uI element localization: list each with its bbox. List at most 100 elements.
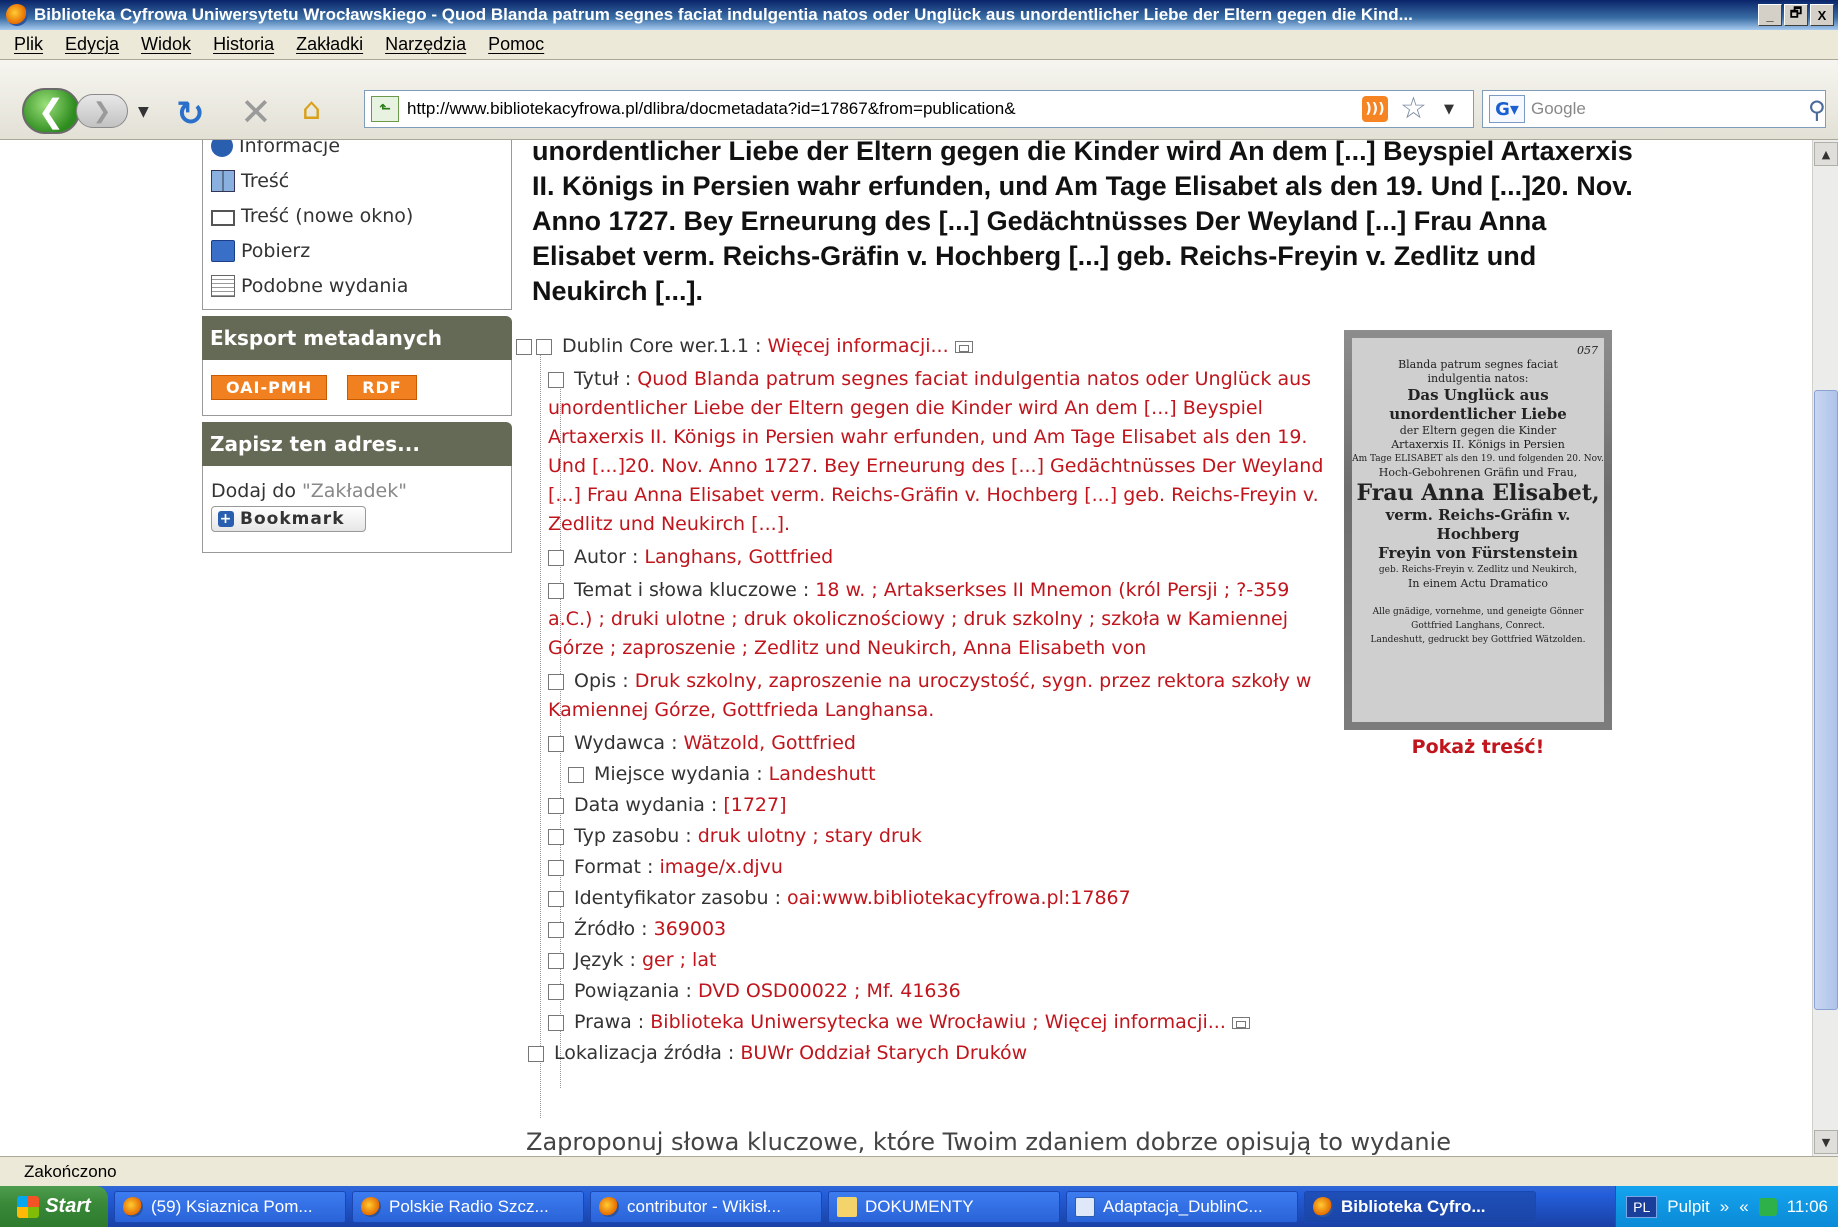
url-text[interactable]: http://www.bibliotekacyfrowa.pl/dlibra/d… bbox=[407, 99, 1016, 119]
firefox-icon bbox=[6, 4, 28, 26]
metadata-row-tytul: Tytuł : Quod Blanda patrum segnes faciat… bbox=[548, 368, 1324, 535]
search-input[interactable]: Google bbox=[1531, 99, 1586, 119]
field-value[interactable]: Langhans, Gottfried bbox=[644, 546, 833, 568]
bookmark-star-icon[interactable]: ☆ bbox=[1400, 91, 1427, 126]
field-value[interactable]: druk ulotny ; stary druk bbox=[698, 825, 922, 847]
taskbar-item[interactable]: (59) Ksiaznica Pom... bbox=[114, 1190, 346, 1223]
field-label: Miejsce wydania bbox=[594, 763, 751, 785]
language-indicator[interactable]: PL bbox=[1626, 1195, 1658, 1218]
start-button[interactable]: Start bbox=[0, 1186, 108, 1227]
field-value[interactable]: image/x.djvu bbox=[659, 856, 783, 878]
taskbar-item-active[interactable]: Biblioteka Cyfro... bbox=[1304, 1190, 1536, 1223]
field-value[interactable]: Landeshutt bbox=[769, 763, 876, 785]
search-box[interactable]: G▾ Google bbox=[1482, 90, 1826, 128]
history-dropdown-icon[interactable]: ▼ bbox=[138, 104, 149, 120]
back-button[interactable]: ❮ bbox=[22, 88, 80, 134]
sidebar-item-informacje[interactable]: Informacje bbox=[203, 140, 511, 163]
toolbar-expand-icon[interactable]: » bbox=[1720, 1197, 1729, 1217]
url-dropdown-icon[interactable]: ▼ bbox=[1444, 102, 1454, 117]
vertical-scrollbar[interactable]: ▲ ▼ bbox=[1812, 140, 1838, 1156]
oai-pmh-button[interactable]: OAI-PMH bbox=[211, 375, 328, 400]
desktop-toolbar[interactable]: Pulpit bbox=[1667, 1197, 1710, 1217]
add-to-text: Dodaj do bbox=[211, 480, 296, 502]
search-icon[interactable]: ⚲ bbox=[1808, 96, 1826, 124]
save-address-header: Zapisz ten adres... bbox=[202, 422, 512, 466]
navigation-toolbar: ❮ ❯ ▼ ↻ ✕ ⌂ ⬑ http://www.bibliotekacyfro… bbox=[0, 60, 1838, 140]
more-info-link[interactable]: Więcej informacji... bbox=[767, 335, 948, 357]
tree-node-icon bbox=[548, 1014, 564, 1031]
menu-plik[interactable]: Plik bbox=[14, 34, 43, 55]
bookmark-box: Dodaj do "Zakładek" + Bookmark bbox=[202, 466, 512, 553]
field-value[interactable]: Druk szkolny, zaproszenie na uroczystość… bbox=[548, 670, 1311, 721]
field-label: Język bbox=[574, 949, 624, 971]
sidebar-item-tresc-nowe-okno[interactable]: Treść (nowe okno) bbox=[203, 198, 511, 233]
thumbnail-line: der Eltern gegen die Kinder bbox=[1399, 424, 1557, 437]
menu-narzedzia[interactable]: Narzędzia bbox=[385, 34, 466, 55]
field-value[interactable]: Quod Blanda patrum segnes faciat indulge… bbox=[548, 368, 1323, 535]
sidebar-item-podobne-wydania[interactable]: Podobne wydania bbox=[203, 268, 511, 303]
field-label: Powiązania bbox=[574, 980, 680, 1002]
metadata-row-identyfikator: Identyfikator zasobu : oai:www.bibliotek… bbox=[548, 884, 1338, 913]
menu-zakladki[interactable]: Zakładki bbox=[296, 34, 363, 55]
google-engine-icon[interactable]: G▾ bbox=[1489, 95, 1525, 123]
word-document-icon bbox=[1075, 1196, 1095, 1217]
rss-feed-icon[interactable]: ))) bbox=[1362, 96, 1388, 122]
reload-icon[interactable]: ↻ bbox=[176, 94, 205, 134]
network-icon[interactable] bbox=[1758, 1197, 1777, 1216]
field-value[interactable]: [1727] bbox=[723, 794, 786, 816]
close-button[interactable]: X bbox=[1810, 4, 1834, 26]
external-window-icon[interactable] bbox=[1231, 1016, 1250, 1029]
bookmark-button[interactable]: + Bookmark bbox=[211, 506, 366, 532]
field-value[interactable]: oai:www.bibliotekacyfrowa.pl:17867 bbox=[787, 887, 1131, 909]
stop-icon[interactable]: ✕ bbox=[240, 90, 272, 134]
scroll-thumb[interactable] bbox=[1814, 390, 1838, 1010]
tree-node-icon bbox=[548, 952, 564, 969]
publication-title: unordentlicher Liebe der Eltern gegen di… bbox=[532, 140, 1633, 306]
sidebar-item-pobierz[interactable]: Pobierz bbox=[203, 233, 511, 268]
tray-collapse-icon[interactable]: « bbox=[1739, 1197, 1748, 1217]
metadata-tree: Dublin Core wer.1.1 : Więcej informacji.… bbox=[516, 332, 1338, 1118]
field-label: Źródło bbox=[574, 918, 636, 940]
metadata-row-miejsce: Miejsce wydania : Landeshutt bbox=[568, 760, 1338, 789]
field-label: Temat i słowa kluczowe bbox=[574, 579, 797, 601]
thumbnail-line: In einem Actu Dramatico bbox=[1408, 577, 1548, 590]
maximize-button[interactable]: 🗗 bbox=[1784, 4, 1808, 26]
tree-node-icon bbox=[548, 582, 564, 599]
info-icon bbox=[211, 140, 233, 157]
thumbnail-line: Freyin von Fürstenstein bbox=[1378, 544, 1578, 562]
document-thumbnail[interactable]: 057 Blanda patrum segnes faciat indulgen… bbox=[1344, 330, 1612, 730]
taskbar-item[interactable]: Adaptacja_DublinC... bbox=[1066, 1190, 1298, 1223]
clock[interactable]: 11:06 bbox=[1787, 1197, 1828, 1217]
taskbar-item[interactable]: Polskie Radio Szcz... bbox=[352, 1190, 584, 1223]
scroll-up-icon[interactable]: ▲ bbox=[1814, 142, 1838, 166]
forward-button[interactable]: ❯ bbox=[76, 94, 128, 128]
expand-toggle-icon[interactable] bbox=[516, 338, 532, 355]
tree-node-icon bbox=[548, 371, 564, 388]
bookmarks-link[interactable]: "Zakładek" bbox=[302, 480, 407, 502]
tree-node-icon bbox=[548, 673, 564, 690]
rdf-button[interactable]: RDF bbox=[347, 375, 417, 400]
menu-widok[interactable]: Widok bbox=[141, 34, 191, 55]
sidebar-item-tresc[interactable]: Treść bbox=[203, 163, 511, 198]
field-value[interactable]: 369003 bbox=[654, 918, 727, 940]
url-bar[interactable]: ⬑ http://www.bibliotekacyfrowa.pl/dlibra… bbox=[364, 90, 1474, 128]
show-content-link[interactable]: Pokaż treść! bbox=[1344, 736, 1612, 758]
menu-edycja[interactable]: Edycja bbox=[65, 34, 119, 55]
taskbar-item[interactable]: DOKUMENTY bbox=[828, 1190, 1060, 1223]
field-label: Typ zasobu bbox=[574, 825, 680, 847]
field-value[interactable]: ger ; lat bbox=[642, 949, 716, 971]
field-value[interactable]: Wätzold, Gottfried bbox=[684, 732, 856, 754]
menu-historia[interactable]: Historia bbox=[213, 34, 274, 55]
field-value[interactable]: DVD OSD00022 ; Mf. 41636 bbox=[698, 980, 961, 1002]
firefox-icon bbox=[599, 1196, 619, 1217]
field-value[interactable]: Biblioteka Uniwersytecka we Wrocławiu ; … bbox=[650, 1011, 1226, 1033]
new-window-icon bbox=[211, 209, 235, 226]
minimize-button[interactable]: _ bbox=[1758, 4, 1782, 26]
field-value[interactable]: BUWr Oddział Starych Druków bbox=[740, 1042, 1027, 1064]
firefox-icon bbox=[1313, 1196, 1333, 1217]
taskbar-item[interactable]: contributor - Wikisł... bbox=[590, 1190, 822, 1223]
scroll-down-icon[interactable]: ▼ bbox=[1814, 1130, 1838, 1154]
home-icon[interactable]: ⌂ bbox=[302, 92, 321, 127]
menu-pomoc[interactable]: Pomoc bbox=[488, 34, 544, 55]
external-window-icon[interactable] bbox=[954, 340, 973, 353]
